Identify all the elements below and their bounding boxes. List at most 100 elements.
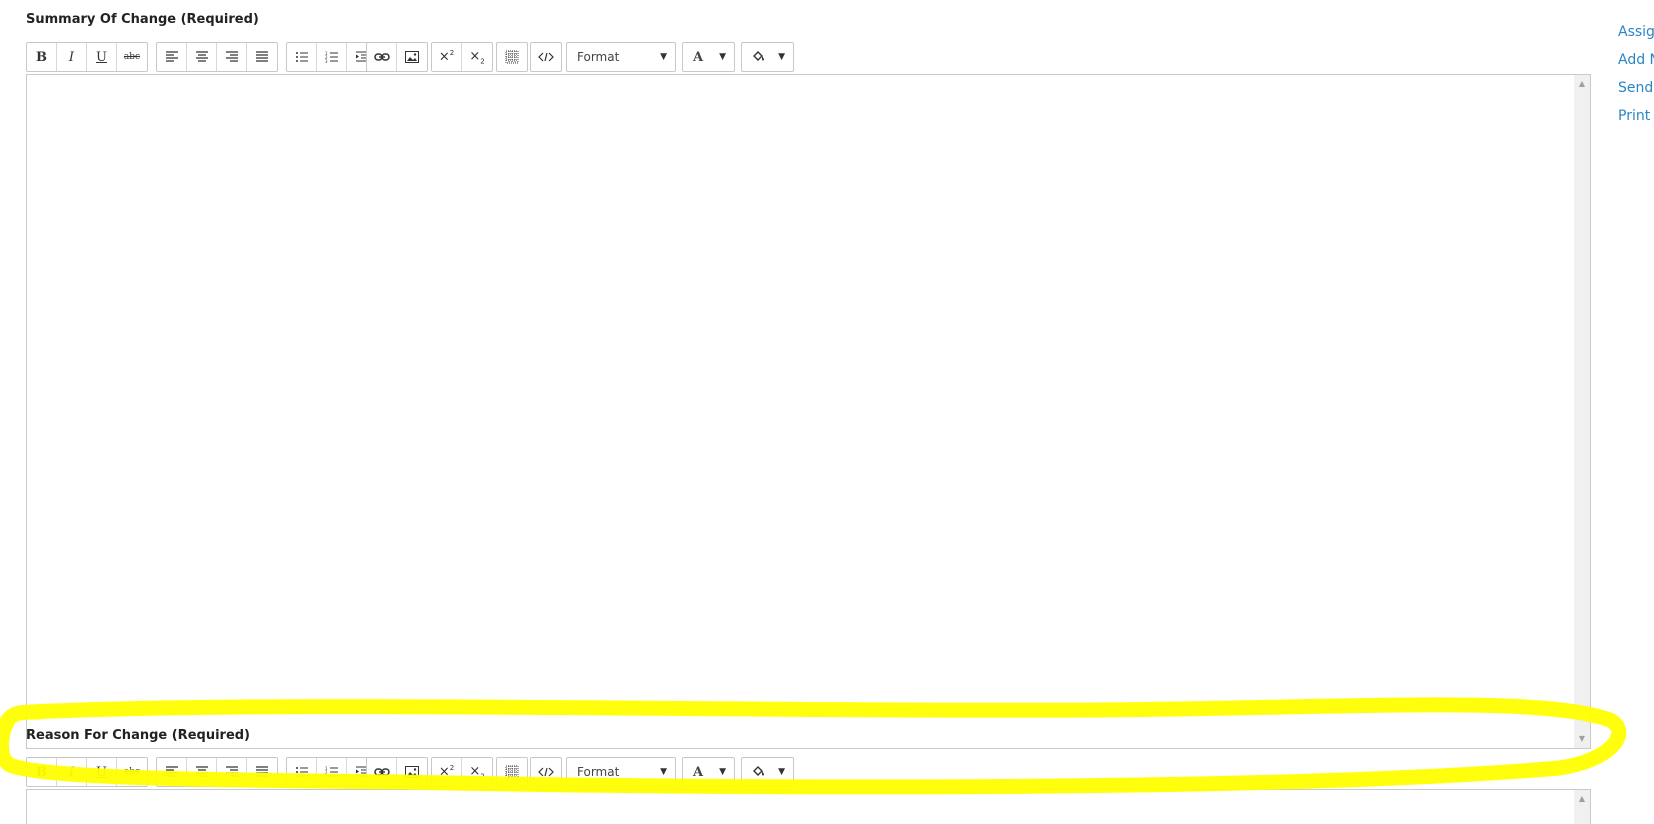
- italic-icon: I: [68, 764, 75, 780]
- source-code-button[interactable]: [531, 758, 561, 786]
- alignment-group: [156, 42, 278, 72]
- align-center-button[interactable]: [187, 43, 217, 71]
- side-actions: Assig Add N Send Print: [1618, 22, 1654, 134]
- scroll-up-icon[interactable]: ▲: [1574, 792, 1590, 806]
- bullet-list-icon: [295, 52, 308, 62]
- image-button[interactable]: [397, 43, 427, 71]
- numbered-list-icon: 123: [325, 51, 338, 64]
- format-dropdown-label: Format: [577, 50, 620, 64]
- subscript-button[interactable]: ×2: [462, 43, 492, 71]
- numbered-list-button[interactable]: 123: [317, 43, 347, 71]
- side-link-add[interactable]: Add N: [1618, 50, 1654, 78]
- align-center-icon: [195, 51, 208, 62]
- bullet-list-button[interactable]: [287, 758, 317, 786]
- svg-text:3: 3: [325, 774, 328, 779]
- source-code-icon: [538, 52, 554, 62]
- font-color-icon: A: [693, 764, 704, 780]
- image-button[interactable]: [397, 758, 427, 786]
- chevron-down-icon: ▼: [778, 52, 785, 62]
- bold-button[interactable]: B: [27, 43, 57, 71]
- alignment-group: [156, 757, 278, 787]
- superscript-button[interactable]: ×2: [432, 43, 462, 71]
- reason-editor-scrollbar[interactable]: ▲: [1574, 790, 1590, 824]
- align-right-button[interactable]: [217, 43, 247, 71]
- align-justify-button[interactable]: [247, 758, 277, 786]
- source-code-button[interactable]: [531, 43, 561, 71]
- source-group: [530, 42, 562, 72]
- superscript-button[interactable]: ×2: [432, 758, 462, 786]
- underline-button[interactable]: U: [87, 43, 117, 71]
- chevron-down-icon: ▼: [778, 767, 785, 777]
- reason-label: Reason For Change (Required): [26, 728, 251, 743]
- chevron-down-icon: ▼: [660, 767, 667, 777]
- subscript-icon: ×2: [469, 48, 485, 66]
- scroll-down-icon[interactable]: ▼: [1574, 732, 1590, 746]
- subscript-button[interactable]: ×2: [462, 758, 492, 786]
- strikethrough-button[interactable]: abc: [117, 43, 147, 71]
- list-group: 123: [286, 757, 378, 787]
- align-right-icon: [225, 51, 238, 62]
- scroll-up-icon[interactable]: ▲: [1574, 77, 1590, 91]
- side-link-send[interactable]: Send: [1618, 78, 1654, 106]
- align-justify-icon: [256, 766, 268, 777]
- italic-button[interactable]: I: [57, 758, 87, 786]
- subscript-icon: ×2: [469, 763, 485, 781]
- summary-label: Summary Of Change (Required): [26, 12, 259, 27]
- side-link-print[interactable]: Print: [1618, 106, 1654, 134]
- text-style-group: B I U abc: [26, 757, 148, 787]
- script-group: ×2 ×2: [431, 42, 493, 72]
- source-code-icon: [538, 767, 554, 777]
- underline-button[interactable]: U: [87, 758, 117, 786]
- bullet-list-button[interactable]: [287, 43, 317, 71]
- chevron-down-icon: ▼: [719, 767, 726, 777]
- link-button[interactable]: [367, 758, 397, 786]
- svg-text:3: 3: [325, 59, 328, 64]
- background-color-icon: [742, 765, 778, 780]
- font-color-icon: A: [693, 49, 704, 65]
- format-dropdown[interactable]: Format ▼: [566, 757, 676, 787]
- table-button[interactable]: [497, 758, 527, 786]
- format-dropdown[interactable]: Format ▼: [566, 42, 676, 72]
- superscript-icon: ×2: [438, 764, 455, 780]
- chevron-down-icon: ▼: [719, 52, 726, 62]
- side-link-assign[interactable]: Assig: [1618, 22, 1654, 50]
- underline-icon: U: [96, 49, 107, 65]
- bold-button[interactable]: B: [27, 758, 57, 786]
- bullet-list-icon: [295, 767, 308, 777]
- table-icon: [505, 765, 519, 779]
- text-style-group: B I U abc: [26, 42, 148, 72]
- list-group: 123: [286, 42, 378, 72]
- numbered-list-icon: 123: [325, 766, 338, 779]
- table-button[interactable]: [497, 43, 527, 71]
- underline-icon: U: [96, 764, 107, 780]
- align-right-button[interactable]: [217, 758, 247, 786]
- italic-icon: I: [68, 49, 75, 65]
- align-left-button[interactable]: [157, 758, 187, 786]
- table-group: [496, 757, 528, 787]
- align-left-button[interactable]: [157, 43, 187, 71]
- font-color-dropdown[interactable]: A ▼: [682, 42, 735, 72]
- script-group: ×2 ×2: [431, 757, 493, 787]
- table-group: [496, 42, 528, 72]
- font-color-dropdown[interactable]: A ▼: [682, 757, 735, 787]
- reason-editor[interactable]: ▲: [26, 789, 1591, 824]
- strikethrough-icon: abc: [123, 767, 141, 777]
- bold-icon: B: [36, 49, 47, 65]
- insert-group: [366, 42, 428, 72]
- summary-editor[interactable]: ▲ ▼: [26, 74, 1591, 749]
- chevron-down-icon: ▼: [660, 52, 667, 62]
- source-group: [530, 757, 562, 787]
- align-right-icon: [225, 766, 238, 777]
- numbered-list-button[interactable]: 123: [317, 758, 347, 786]
- italic-button[interactable]: I: [57, 43, 87, 71]
- strikethrough-button[interactable]: abc: [117, 758, 147, 786]
- align-justify-button[interactable]: [247, 43, 277, 71]
- summary-editor-scrollbar[interactable]: ▲ ▼: [1574, 75, 1590, 748]
- align-left-icon: [165, 766, 178, 777]
- align-center-icon: [195, 766, 208, 777]
- link-button[interactable]: [367, 43, 397, 71]
- background-color-dropdown[interactable]: ▼: [741, 42, 794, 72]
- align-center-button[interactable]: [187, 758, 217, 786]
- align-left-icon: [165, 51, 178, 62]
- background-color-dropdown[interactable]: ▼: [741, 757, 794, 787]
